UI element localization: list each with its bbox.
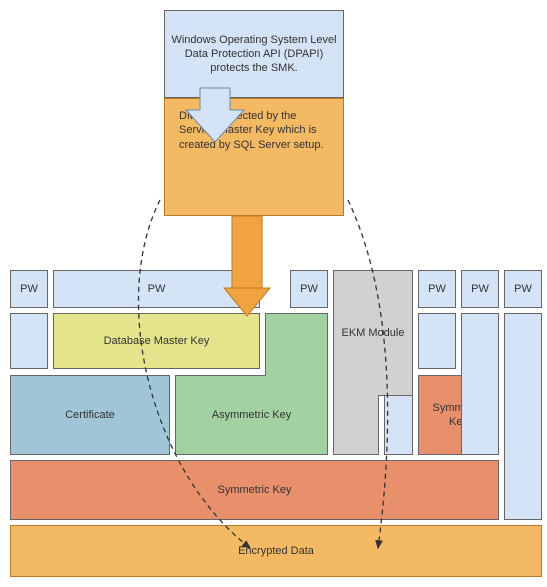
asymmetric-key-label: Asymmetric Key: [212, 408, 291, 422]
pw-box-4: PW: [418, 270, 456, 308]
pw-box-1: PW: [10, 270, 48, 308]
certificate-box: Certificate: [10, 375, 170, 455]
pw-label: PW: [148, 282, 166, 296]
col-lightblue-4: [418, 313, 456, 369]
dmk-text: DMK is protected by the Service Master K…: [179, 109, 329, 152]
col-lightblue-1: [10, 313, 48, 369]
encrypted-data-label: Encrypted Data: [238, 544, 314, 558]
asymmetric-key-box: Asymmetric Key: [175, 375, 328, 455]
dmk-box: DMK is protected by the Service Master K…: [164, 98, 344, 216]
encryption-hierarchy-diagram: Windows Operating System Level Data Prot…: [0, 0, 547, 587]
col-lightblue-ekm-gap: [384, 395, 413, 455]
pw-label: PW: [471, 282, 489, 296]
dpapi-text: Windows Operating System Level Data Prot…: [169, 33, 339, 76]
dpapi-box: Windows Operating System Level Data Prot…: [164, 10, 344, 98]
pw-box-6: PW: [504, 270, 542, 308]
certificate-label: Certificate: [65, 408, 115, 422]
col-lightblue-5: [461, 313, 499, 455]
symmetric-key-wide-box: Symmetric Key: [10, 460, 499, 520]
database-master-key-label: Database Master Key: [104, 334, 210, 348]
encrypted-data-box: Encrypted Data: [10, 525, 542, 577]
asymmetric-key-notch: [265, 313, 328, 376]
ekm-module-notch: [333, 395, 379, 455]
database-master-key-box: Database Master Key: [53, 313, 260, 369]
pw-box-5: PW: [461, 270, 499, 308]
pw-label: PW: [20, 282, 38, 296]
ekm-module-box: EKM Module: [333, 270, 413, 396]
pw-label: PW: [514, 282, 532, 296]
symmetric-key-wide-label: Symmetric Key: [218, 483, 292, 497]
pw-label: PW: [428, 282, 446, 296]
col-lightblue-6: [504, 313, 542, 520]
pw-box-2: PW: [53, 270, 260, 308]
ekm-module-label: EKM Module: [342, 326, 405, 340]
pw-box-3: PW: [290, 270, 328, 308]
pw-label: PW: [300, 282, 318, 296]
